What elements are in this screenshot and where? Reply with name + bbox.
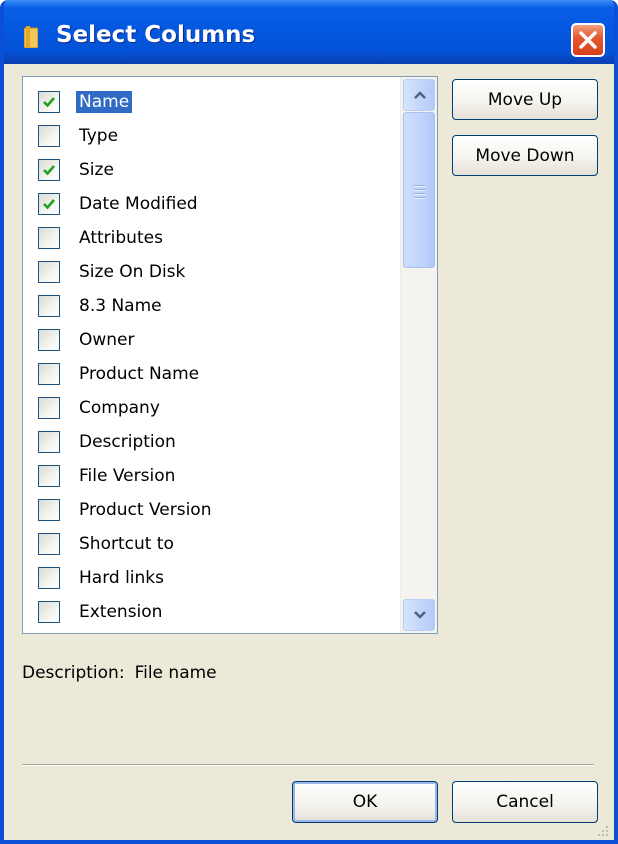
checkmark-icon: [43, 97, 55, 108]
description-value: File name: [134, 663, 217, 683]
dialog-title: Select Columns: [56, 22, 256, 48]
list-item[interactable]: Description: [23, 426, 401, 458]
column-label: Attributes: [79, 228, 163, 248]
description-row: Description: File name: [22, 663, 217, 683]
close-icon: [579, 31, 597, 49]
list-item[interactable]: Date Modified: [23, 188, 401, 220]
list-item[interactable]: Product Version: [23, 494, 401, 526]
list-item[interactable]: Owner: [23, 324, 401, 356]
title-bar[interactable]: Select Columns: [4, 0, 614, 64]
checkbox[interactable]: [38, 261, 60, 283]
ok-button[interactable]: OK: [292, 781, 438, 823]
column-label: Company: [79, 398, 160, 418]
checkbox[interactable]: [38, 125, 60, 147]
column-label: Size On Disk: [79, 262, 186, 282]
scroll-thumb[interactable]: [403, 112, 435, 268]
list-item[interactable]: Shortcut to: [23, 528, 401, 560]
checkbox[interactable]: [38, 465, 60, 487]
checkbox[interactable]: [38, 159, 60, 181]
list-item[interactable]: Hard links: [23, 562, 401, 594]
column-label: Owner: [79, 330, 135, 350]
list-item[interactable]: Type: [23, 120, 401, 152]
list-item[interactable]: Size: [23, 154, 401, 186]
description-label: Description:: [22, 663, 125, 683]
checkbox[interactable]: [38, 329, 60, 351]
columns-listbox[interactable]: Name Type Size Date Modified Attributes Size …: [22, 76, 438, 634]
checkbox[interactable]: [38, 91, 60, 113]
move-down-button[interactable]: Move Down: [452, 135, 598, 176]
list-item[interactable]: Name: [23, 86, 401, 118]
column-label: Product Name: [79, 364, 200, 384]
column-label: Extension: [79, 602, 163, 622]
checkbox[interactable]: [38, 567, 60, 589]
list-item[interactable]: Attributes: [23, 222, 401, 254]
list-item[interactable]: Company: [23, 392, 401, 424]
scroll-up-button[interactable]: [403, 79, 435, 111]
folder-icon: [24, 26, 38, 48]
checkbox[interactable]: [38, 227, 60, 249]
column-label: File Version: [79, 466, 176, 486]
column-label: Description: [79, 432, 176, 452]
checkbox[interactable]: [38, 363, 60, 385]
cancel-button[interactable]: Cancel: [452, 781, 598, 823]
checkbox[interactable]: [38, 533, 60, 555]
scroll-down-button[interactable]: [403, 599, 435, 631]
column-label: Type: [79, 126, 119, 146]
list-item[interactable]: Product Name: [23, 358, 401, 390]
checkbox[interactable]: [38, 295, 60, 317]
column-label: Date Modified: [79, 194, 198, 214]
separator: [22, 764, 594, 766]
list-item[interactable]: Extension: [23, 596, 401, 628]
vertical-scrollbar[interactable]: [400, 77, 437, 633]
checkbox[interactable]: [38, 397, 60, 419]
column-label: Product Version: [79, 500, 212, 520]
checkbox[interactable]: [38, 499, 60, 521]
thumb-grip: [414, 185, 425, 199]
list-item[interactable]: Date Created: [23, 630, 401, 633]
chevron-down-icon: [414, 611, 426, 619]
column-label: Shortcut to: [79, 534, 174, 554]
checkmark-icon: [43, 165, 55, 176]
resize-grip-icon[interactable]: [594, 822, 610, 838]
checkbox[interactable]: [38, 601, 60, 623]
column-label: Hard links: [79, 568, 165, 588]
column-label: 8.3 Name: [79, 296, 162, 316]
list-item[interactable]: 8.3 Name: [23, 290, 401, 322]
close-button[interactable]: [571, 23, 605, 57]
column-label: Name: [76, 91, 133, 113]
list-item[interactable]: File Version: [23, 460, 401, 492]
move-up-button[interactable]: Move Up: [452, 79, 598, 120]
checkmark-icon: [43, 199, 55, 210]
list-item[interactable]: Size On Disk: [23, 256, 401, 288]
checkbox[interactable]: [38, 193, 60, 215]
column-label: Size: [79, 160, 114, 180]
chevron-up-icon: [414, 91, 426, 99]
checkbox[interactable]: [38, 431, 60, 453]
